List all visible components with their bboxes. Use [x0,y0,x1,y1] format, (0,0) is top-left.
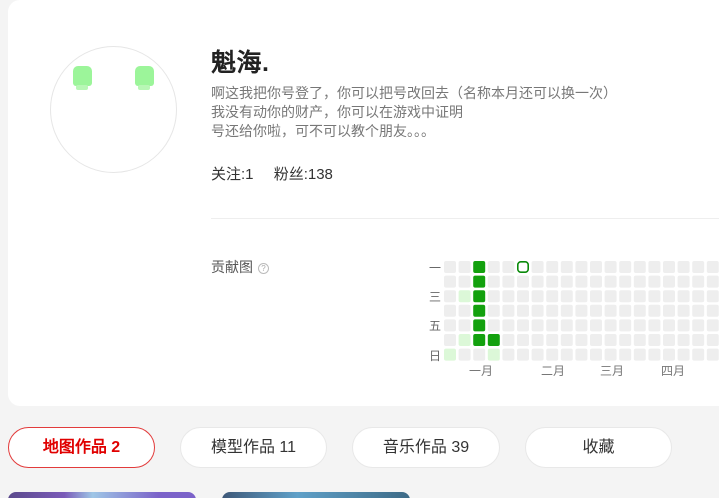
avatar-right-eye-shape [135,66,154,90]
avatar-left-eye-shape [73,66,92,90]
question-circle-icon[interactable]: ? [258,263,269,274]
month-label: 四月 [661,364,686,378]
weekday-label: 三 [428,290,441,304]
month-label: 一月 [469,364,494,378]
followers-count[interactable]: 粉丝:138 [274,166,333,183]
work-thumbnail[interactable] [8,492,196,498]
month-label: 三月 [600,364,625,378]
weekday-label: 五 [428,319,441,333]
following-count[interactable]: 关注:1 [211,166,254,183]
avatar[interactable] [50,46,177,173]
tab-favorites[interactable]: 收藏 [525,427,672,468]
tab-map-works[interactable]: 地图作品 2 [8,427,155,468]
weekday-label: 日 [428,349,441,363]
user-nickname: 魁海. [211,49,270,77]
tab-music-works[interactable]: 音乐作品 39 [352,427,500,468]
bio-line: 号还给你啦，可不可以教个朋友。。。 [211,123,435,139]
bio-line: 啊这我把你号登了，你可以把号改回去（名称本月还可以换一次） [211,85,617,101]
work-thumbnail[interactable] [222,492,410,498]
contribution-title: 贡献图 [211,259,253,275]
weekday-label: 一 [428,261,441,275]
bio-line: 我没有动你的财产，你可以在游戏中证明 [211,104,463,120]
contribution-label: 贡献图? [211,257,269,277]
tab-model-works[interactable]: 模型作品 11 [180,427,327,468]
month-label: 二月 [541,364,566,378]
divider [211,218,719,219]
follow-stats: 关注:1 粉丝:138 [211,163,349,184]
user-bio: 啊这我把你号登了，你可以把号改回去（名称本月还可以换一次） 我没有动你的财产，你… [211,84,681,141]
